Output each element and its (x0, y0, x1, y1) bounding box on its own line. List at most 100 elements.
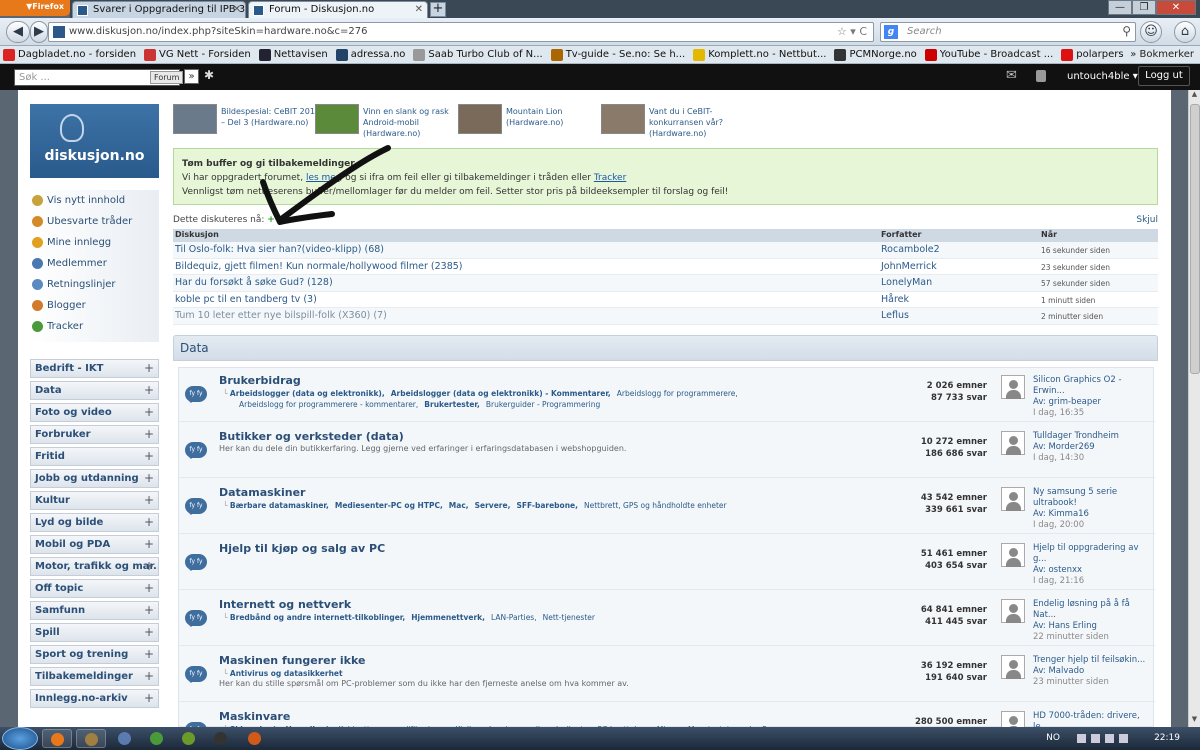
news-item[interactable]: Vinn en slank og rask Android-mobil (Har… (315, 104, 455, 138)
category-item[interactable]: Lyd og bilde + (30, 513, 159, 532)
leftnav-item[interactable]: Vis nytt innhold (32, 192, 152, 212)
avatar[interactable] (1001, 487, 1025, 511)
avatar[interactable] (1001, 599, 1025, 623)
forum-title[interactable]: Maskinen fungerer ikke (219, 654, 365, 667)
bookmark-star-icon[interactable]: ☆ ▾ C (837, 25, 867, 38)
expand-plus-icon[interactable]: + (144, 625, 154, 639)
last-post-title[interactable]: Trenger hjelp til feilsøkin... (1033, 655, 1153, 666)
gear-icon[interactable]: ✱ (204, 68, 214, 82)
site-logo[interactable]: diskusjon.no (30, 104, 159, 178)
minimize-button[interactable]: — (1108, 0, 1132, 15)
subforum-link[interactable]: Arbeidslogg for programmerere - kommenta… (239, 400, 418, 409)
expand-plus-icon[interactable]: + (144, 361, 154, 375)
news-thumbnail[interactable] (173, 104, 217, 134)
expand-plus-icon[interactable]: + (144, 383, 154, 397)
scroll-up-arrow-icon[interactable]: ▲ (1189, 90, 1200, 102)
subforum-link[interactable]: Nettbrett, GPS og håndholdte enheter (584, 501, 727, 510)
last-post-title[interactable]: Silicon Graphics O2 - Erwin... (1033, 375, 1153, 397)
section-header[interactable]: Data (173, 335, 1158, 361)
logout-button[interactable]: Logg ut (1138, 66, 1190, 86)
expand-plus-icon[interactable]: + (144, 647, 154, 661)
vertical-scrollbar[interactable]: ▲ ▼ (1188, 90, 1200, 727)
news-thumbnail[interactable] (458, 104, 502, 134)
category-item[interactable]: Foto og video + (30, 403, 159, 422)
user-icon[interactable] (1036, 70, 1046, 82)
category-item[interactable]: Tilbakemeldinger + (30, 667, 159, 686)
subforum-link[interactable]: Arbeidslogg for programmerere, (617, 389, 738, 398)
news-item[interactable]: Bildespesial: CeBIT 2012 – Del 3 (Hardwa… (173, 104, 320, 138)
bookmark-item[interactable]: Nettavisen (256, 46, 333, 63)
subforum-link[interactable]: Hjemmenettverk, (411, 613, 485, 622)
tracker-link[interactable]: Tracker (594, 173, 626, 183)
topic-link[interactable]: Til Oslo-folk: Hva sier han?(video-klipp… (175, 244, 384, 255)
category-item[interactable]: Off topic + (30, 579, 159, 598)
last-post-title[interactable]: Tulldager Trondheim (1033, 431, 1153, 442)
close-tab-icon[interactable]: ✕ (233, 4, 241, 15)
scrollbar-thumb[interactable] (1190, 104, 1200, 374)
forum-title[interactable]: Hjelp til kjøp og salg av PC (219, 542, 385, 555)
category-item[interactable]: Forbruker + (30, 425, 159, 444)
topic-link[interactable]: koble pc til en tandberg tv (3) (175, 294, 317, 305)
expand-plus-icon[interactable]: + (144, 493, 154, 507)
avatar[interactable] (1001, 375, 1025, 399)
author-link[interactable]: LonelyMan (881, 277, 932, 288)
taskbar-app[interactable] (240, 729, 270, 748)
topic-link[interactable]: Har du forsøkt å søke Gud? (128) (175, 277, 333, 288)
last-post-title[interactable]: HD 7000-tråden: drivere, le... (1033, 711, 1153, 727)
forward-button[interactable]: ▶ (30, 21, 48, 43)
start-button[interactable] (2, 727, 38, 750)
expand-plus-icon[interactable]: + (144, 537, 154, 551)
last-post-author[interactable]: Av: Hans Erling (1033, 621, 1153, 632)
clock[interactable]: 22:19 (1154, 733, 1180, 743)
author-link[interactable]: Hårek (881, 294, 909, 305)
category-item[interactable]: Spill + (30, 623, 159, 642)
expand-plus-icon[interactable]: + (144, 449, 154, 463)
last-post-title[interactable]: Ny samsung 5 serie ultrabook! (1033, 487, 1153, 509)
firefox-menu-button[interactable]: Firefox ▼ (0, 0, 70, 16)
forum-title[interactable]: Internett og nettverk (219, 598, 351, 611)
category-item[interactable]: Innlegg.no-arkiv + (30, 689, 159, 708)
taskbar-app[interactable] (110, 729, 140, 748)
avatar[interactable] (1001, 655, 1025, 679)
tray-arrow-icon[interactable] (1077, 734, 1086, 743)
addon-icon[interactable]: ☺ (1140, 21, 1162, 43)
tab-ipb[interactable]: Svarer i Oppgradering til IPB 3.2, den .… (72, 1, 246, 18)
expand-plus-icon[interactable]: + (144, 603, 154, 617)
bookmark-item[interactable]: Dagbladet.no - forsiden (0, 46, 141, 63)
category-item[interactable]: Bedrift - IKT + (30, 359, 159, 378)
search-submit-button[interactable]: » (184, 69, 199, 84)
tab-forum[interactable]: Forum - Diskusjon.no ✕ (248, 1, 428, 18)
volume-icon[interactable] (1119, 734, 1128, 743)
scroll-down-arrow-icon[interactable]: ▼ (1189, 715, 1200, 727)
last-post-author[interactable]: Av: grim-beaper (1033, 397, 1153, 408)
expand-plus-icon[interactable]: + (144, 669, 154, 683)
expand-toggle[interactable]: + (267, 215, 275, 225)
forum-title[interactable]: Datamaskiner (219, 486, 305, 499)
bookmarks-menu[interactable]: » Bokmerker (1124, 46, 1200, 63)
leftnav-item[interactable]: Blogger (32, 297, 152, 317)
subforum-link[interactable]: Arbeidslogger (data og elektronikk) - Ko… (391, 389, 611, 398)
expand-plus-icon[interactable]: + (144, 581, 154, 595)
category-item[interactable]: Motor, trafikk og mar... + (30, 557, 159, 576)
taskbar-firefox[interactable] (42, 729, 72, 748)
avatar[interactable] (1001, 543, 1025, 567)
news-title[interactable]: Mountain Lion (Hardware.no) (506, 106, 606, 128)
search-scope-select[interactable]: Forum (150, 71, 184, 84)
subforum-link[interactable]: Brukertester, (424, 400, 480, 409)
leftnav-item[interactable]: Medlemmer (32, 255, 152, 275)
subforum-link[interactable]: Arbeidslogger (data og elektronikk), (230, 389, 385, 398)
last-post-author[interactable]: Av: ostenxx (1033, 565, 1153, 576)
language-indicator[interactable]: NO (1046, 733, 1060, 743)
expand-plus-icon[interactable]: + (144, 427, 154, 441)
last-post-author[interactable]: Av: Malvado (1033, 666, 1153, 677)
topic-link[interactable]: Tum 10 leter etter nye bilspill-folk (X3… (175, 310, 387, 321)
taskbar-utorrent[interactable] (142, 729, 172, 748)
search-bar[interactable]: g Search ⚲ (880, 22, 1136, 42)
bookmark-item[interactable]: Komplett.no - Nettbut... (690, 46, 831, 63)
new-tab-button[interactable]: + (430, 2, 446, 17)
leftnav-item[interactable]: Retningslinjer (32, 276, 152, 296)
subforum-link[interactable]: Mac, (449, 501, 469, 510)
forum-title[interactable]: Brukerbidrag (219, 374, 301, 387)
category-item[interactable]: Data + (30, 381, 159, 400)
subforum-link[interactable]: Brukerguider - Programmering (486, 400, 600, 409)
